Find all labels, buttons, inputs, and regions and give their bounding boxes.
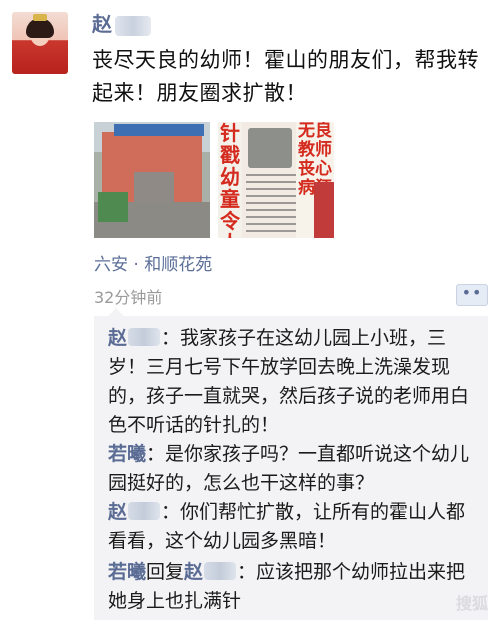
comment-author[interactable]: 赵 bbox=[108, 501, 127, 523]
post-author[interactable]: 赵 bbox=[92, 8, 151, 40]
banner-person bbox=[314, 182, 334, 238]
comment-author[interactable]: 若曦 bbox=[108, 561, 146, 583]
comment-author[interactable]: 若曦 bbox=[108, 443, 146, 465]
name-blur-mask bbox=[204, 562, 237, 580]
avatar-hair bbox=[26, 18, 54, 38]
banner-left-text: 针戳幼童令人发 bbox=[218, 122, 242, 238]
photo-sign bbox=[114, 124, 204, 136]
comment-item[interactable]: 赵：你们帮忙扩散，让所有的霍山人都看看，这个幼儿园多黑暗！ bbox=[108, 498, 480, 556]
comment-item[interactable]: 若曦回复赵 ：应该把那个幼师拉出来把她身上也扎满针 bbox=[108, 558, 480, 616]
more-options-button[interactable]: •• bbox=[456, 284, 488, 306]
banner-child-photo bbox=[248, 128, 292, 168]
photo-protest-banner[interactable]: 针戳幼童令人发 无良教师丧心病狂 bbox=[218, 122, 334, 238]
post-time: 32分钟前 bbox=[94, 288, 163, 307]
name-blur-mask bbox=[128, 502, 161, 520]
post-text: 丧尽天良的幼师！霍山的朋友们，帮我转起来！朋友圈求扩散！ bbox=[92, 48, 479, 105]
watermark: 搜狐 bbox=[455, 594, 488, 613]
photo-kindergarten[interactable] bbox=[94, 122, 210, 238]
photo-fence bbox=[98, 192, 128, 222]
name-blur-mask bbox=[115, 15, 151, 36]
reply-target[interactable]: 赵 bbox=[184, 561, 203, 583]
user-avatar[interactable] bbox=[12, 12, 68, 74]
comment-text: ：是你家孩子吗？一直都听说这个幼儿园挺好的，怎么也干这样的事？ bbox=[108, 443, 470, 494]
banner-small-text bbox=[246, 174, 296, 234]
photo-door bbox=[134, 172, 174, 202]
comment-section: 赵：我家孩子在这幼儿园上小班，三岁！三月七号下午放学回去晚上洗澡发现的，孩子一直… bbox=[94, 308, 488, 620]
author-name[interactable]: 赵 bbox=[92, 12, 112, 36]
name-blur-mask bbox=[128, 328, 161, 346]
reply-word: 回复 bbox=[146, 561, 185, 583]
comment-text: ：你们帮忙扩散，让所有的霍山人都看看，这个幼儿园多黑暗！ bbox=[108, 501, 466, 552]
avatar-crown bbox=[33, 14, 47, 21]
comment-text: ：我家孩子在这幼儿园上小班，三岁！三月七号下午放学回去晚上洗澡发现的，孩子一直就… bbox=[108, 327, 470, 436]
comment-item[interactable]: 若曦：是你家孩子吗？一直都听说这个幼儿园挺好的，怎么也干这样的事？ bbox=[108, 440, 480, 498]
comment-author[interactable]: 赵 bbox=[108, 327, 127, 349]
comment-item[interactable]: 赵：我家孩子在这幼儿园上小班，三岁！三月七号下午放学回去晚上洗澡发现的，孩子一直… bbox=[108, 324, 480, 440]
post-location[interactable]: 六安 · 和顺花苑 bbox=[94, 250, 212, 275]
